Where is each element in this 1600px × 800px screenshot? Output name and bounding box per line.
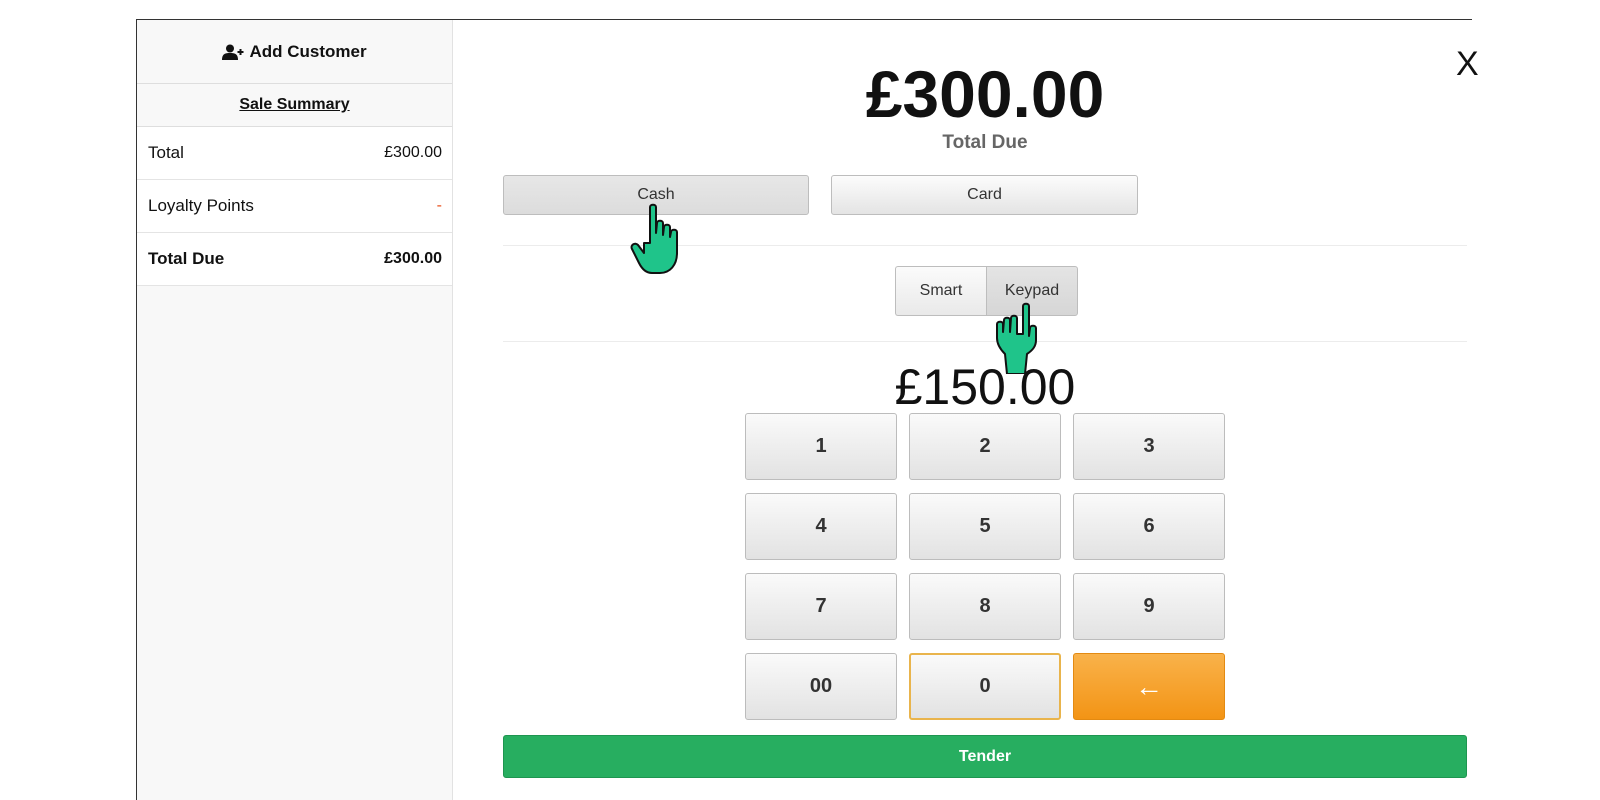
summary-total-due-value: £300.00 <box>384 250 442 267</box>
keypad-key-0[interactable]: 0 <box>909 653 1061 720</box>
summary-loyalty-label: Loyalty Points <box>148 196 254 215</box>
summary-row-total-due: Total Due £300.00 <box>137 233 452 286</box>
summary-row-loyalty-points: Loyalty Points - <box>137 180 452 233</box>
amount-due: £300.00 <box>865 57 1105 131</box>
cash-button[interactable]: Cash <box>503 175 809 215</box>
keypad-mode-button[interactable]: Keypad <box>986 266 1078 316</box>
keypad-key-9[interactable]: 9 <box>1073 573 1225 640</box>
entered-amount: £150.00 <box>894 359 1076 415</box>
summary-row-total: Total £300.00 <box>137 127 452 180</box>
add-customer-label: Add Customer <box>249 41 367 61</box>
keypad-key-8[interactable]: 8 <box>909 573 1061 640</box>
card-button[interactable]: Card <box>831 175 1138 215</box>
summary-total-due-label: Total Due <box>148 249 225 268</box>
add-customer-button[interactable]: Add Customer <box>137 20 452 84</box>
keypad-key-3[interactable]: 3 <box>1073 413 1225 480</box>
summary-loyalty-value: - <box>436 197 442 214</box>
keypad-key-5[interactable]: 5 <box>909 493 1061 560</box>
divider <box>503 245 1467 246</box>
keypad-key-2[interactable]: 2 <box>909 413 1061 480</box>
sale-summary-heading: Sale Summary <box>137 84 452 127</box>
smart-mode-button[interactable]: Smart <box>895 266 986 316</box>
keypad-key-7[interactable]: 7 <box>745 573 897 640</box>
keypad-key-00[interactable]: 00 <box>745 653 897 720</box>
keypad-key-1[interactable]: 1 <box>745 413 897 480</box>
amount-due-label: Total Due <box>942 132 1028 153</box>
keypad-key-6[interactable]: 6 <box>1073 493 1225 560</box>
sale-sidebar: Add Customer Sale Summary Total £300.00 … <box>137 20 453 800</box>
keypad-backspace-button[interactable]: ← <box>1073 653 1225 720</box>
tender-button[interactable]: Tender <box>503 735 1467 778</box>
keypad-key-4[interactable]: 4 <box>745 493 897 560</box>
summary-total-label: Total <box>148 143 184 162</box>
divider <box>503 341 1467 342</box>
entry-mode-toggle: Smart Keypad <box>895 266 1078 316</box>
summary-total-value: £300.00 <box>384 144 442 161</box>
backspace-icon: ← <box>1135 670 1163 702</box>
user-plus-icon <box>222 44 244 60</box>
